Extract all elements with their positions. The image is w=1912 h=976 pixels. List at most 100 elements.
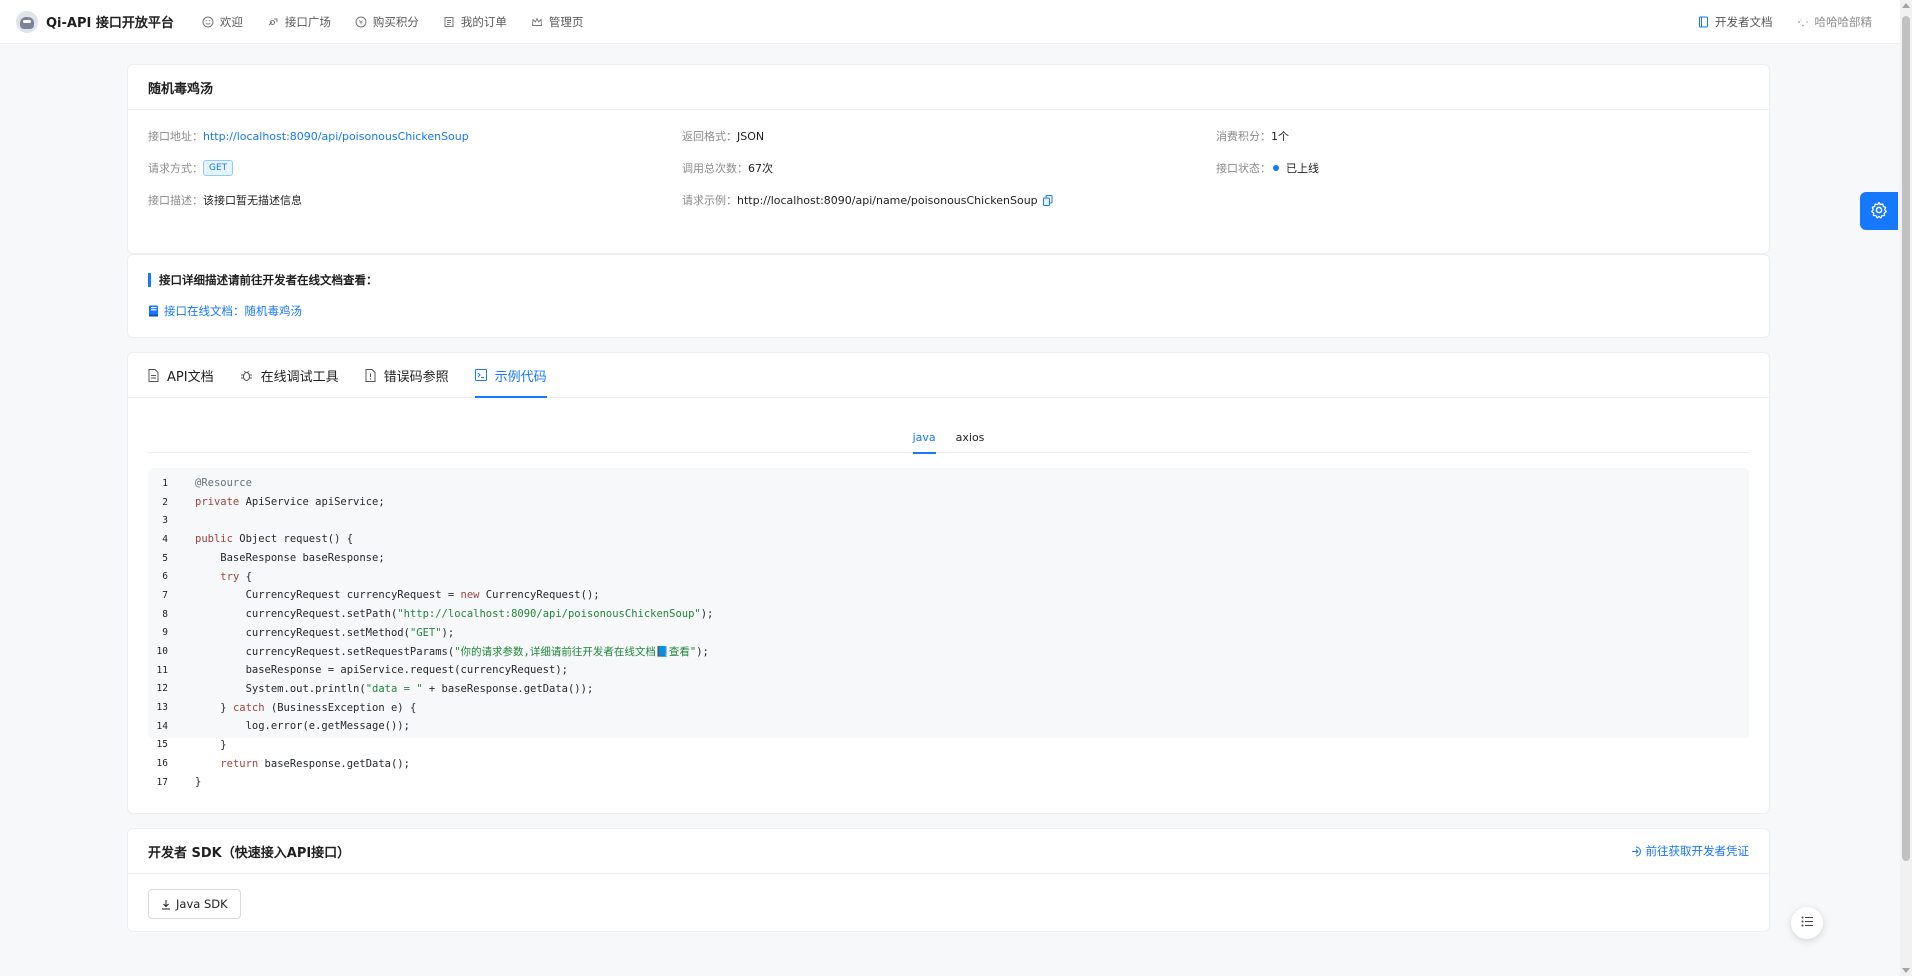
nav-label: 我的订单 — [460, 14, 507, 29]
empty-cell — [1216, 191, 1749, 209]
coin-icon: ¥ — [355, 16, 367, 28]
tab-error-codes[interactable]: 错误码参照 — [365, 353, 449, 397]
line-number: 12 — [156, 683, 168, 695]
raccoon-logo-icon — [16, 10, 38, 33]
scroll-down-icon[interactable] — [1902, 968, 1910, 973]
page-scrollbar[interactable] — [1900, 0, 1912, 976]
line-number: 9 — [162, 627, 168, 639]
list-icon — [1801, 916, 1814, 930]
code-line: 14 log.error(e.getMessage()); — [148, 717, 1749, 736]
main-nav: 欢迎 接口广场 ¥ 购买积分 我的订单 管理页 — [190, 0, 596, 44]
svg-text:¥: ¥ — [359, 18, 363, 26]
code-text: log.error(e.getMessage()); — [195, 720, 410, 733]
brand-title: Qi-API 接口开放平台 — [46, 16, 174, 31]
api-icon — [267, 16, 279, 28]
line-number: 17 — [156, 776, 168, 788]
tab-java[interactable]: java — [912, 421, 936, 454]
api-status: 接口状态： 已上线 — [1216, 159, 1749, 177]
tab-axios[interactable]: axios — [956, 421, 985, 453]
nav-label: 管理页 — [548, 14, 584, 29]
code-text: BaseResponse baseResponse; — [195, 552, 385, 565]
sdk-title: 开发者 SDK（快速接入API接口） — [148, 845, 351, 861]
book-icon — [1697, 16, 1709, 28]
tab-online-debug[interactable]: 在线调试工具 — [240, 353, 339, 397]
nav-item-api-plaza[interactable]: 接口广场 — [255, 0, 343, 44]
user-menu[interactable]: 哈哈哈部精 — [1785, 0, 1885, 44]
login-icon — [1631, 846, 1642, 857]
exclamation-file-icon — [365, 368, 376, 382]
code-line: 1 @Resource — [148, 474, 1749, 493]
api-address-label: 接口地址： — [148, 130, 203, 143]
api-cost: 消费积分： 1个 — [1216, 127, 1749, 145]
settings-button[interactable] — [1860, 192, 1898, 230]
tab-sample-code[interactable]: 示例代码 — [474, 353, 547, 398]
line-number: 16 — [156, 758, 168, 770]
credential-link[interactable]: 前往获取开发者凭证 — [1631, 843, 1750, 859]
tab-label: 示例代码 — [494, 369, 547, 385]
status-label: 接口状态： — [1216, 162, 1271, 175]
code-line: 4 public Object request() { — [148, 530, 1749, 549]
api-return-format: 返回格式： JSON — [682, 127, 1216, 145]
code-text: } — [195, 738, 227, 751]
line-number: 11 — [156, 664, 168, 676]
nav-item-admin[interactable]: 管理页 — [519, 0, 596, 44]
nav-right: 开发者文档 哈哈哈部精 — [1685, 0, 1884, 44]
code-text: baseResponse = apiService.request(curren… — [195, 664, 568, 677]
top-nav: Qi-API 接口开放平台 欢迎 接口广场 ¥ 购买积分 我的订单 管理页 开发… — [0, 0, 1900, 44]
api-info-card: 随机毒鸡汤 接口地址： http://localhost:8090/api/po… — [127, 64, 1770, 254]
nav-dev-docs[interactable]: 开发者文档 — [1685, 0, 1785, 44]
code-text: } catch (BusinessException e) { — [195, 701, 417, 714]
code-line: 10 currencyRequest.setRequestParams("你的请… — [148, 642, 1749, 661]
code-text: currencyRequest.setMethod("GET"); — [195, 626, 455, 639]
download-icon — [161, 899, 171, 910]
language-tabs: java axios — [148, 421, 1749, 454]
line-number: 15 — [156, 739, 168, 751]
code-line: 5 BaseResponse baseResponse; — [148, 549, 1749, 568]
code-text: currencyRequest.setPath("http://localhos… — [195, 608, 714, 621]
tab-api-doc[interactable]: API文档 — [148, 353, 214, 397]
code-text: System.out.println("data = " + baseRespo… — [195, 682, 594, 695]
api-total-calls: 调用总次数： 67次 — [682, 159, 1216, 177]
table-of-contents-button[interactable] — [1791, 907, 1823, 939]
code-text: currencyRequest.setRequestParams("你的请求参数… — [195, 646, 709, 659]
code-icon — [474, 369, 487, 381]
code-line: 11 baseResponse = apiService.request(cur… — [148, 661, 1749, 680]
brand[interactable]: Qi-API 接口开放平台 — [16, 10, 174, 33]
line-number: 6 — [162, 571, 168, 583]
code-line: 3 — [148, 511, 1749, 530]
line-number: 10 — [156, 646, 168, 658]
cost-label: 消费积分： — [1216, 130, 1271, 143]
scrollbar-thumb[interactable] — [1902, 16, 1910, 861]
api-address-link[interactable]: http://localhost:8090/api/poisonousChick… — [203, 130, 469, 143]
nav-item-my-orders[interactable]: 我的订单 — [431, 0, 519, 44]
online-doc-link-label: 接口在线文档：随机毒鸡汤 — [164, 304, 302, 318]
api-address: 接口地址： http://localhost:8090/api/poisonou… — [148, 127, 682, 145]
loading-icon — [1797, 16, 1809, 28]
example-label: 请求示例： — [682, 194, 737, 207]
bug-icon — [240, 369, 253, 382]
method-label: 请求方式： — [148, 162, 203, 175]
api-name: 随机毒鸡汤 — [128, 65, 1769, 110]
method-tag: GET — [203, 160, 234, 176]
code-line: 8 currencyRequest.setPath("http://localh… — [148, 605, 1749, 624]
nav-label: 购买积分 — [372, 14, 419, 29]
total-calls-label: 调用总次数： — [682, 162, 748, 175]
java-sdk-button[interactable]: Java SDK — [148, 889, 241, 919]
api-info-grid: 接口地址： http://localhost:8090/api/poisonou… — [148, 127, 1749, 209]
code-line: 7 CurrencyRequest currencyRequest = new … — [148, 586, 1749, 605]
code-line: 16 return baseResponse.getData(); — [148, 754, 1749, 773]
book-icon — [148, 305, 159, 317]
scroll-up-icon[interactable] — [1902, 3, 1910, 8]
nav-item-buy-points[interactable]: ¥ 购买积分 — [343, 0, 431, 44]
online-doc-link[interactable]: 接口在线文档：随机毒鸡汤 — [148, 303, 302, 319]
api-method: 请求方式： GET — [148, 159, 682, 177]
nav-item-welcome[interactable]: 欢迎 — [190, 0, 255, 44]
credential-link-label: 前往获取开发者凭证 — [1645, 844, 1750, 858]
tab-label: 在线调试工具 — [260, 369, 339, 385]
code-line: 17} — [148, 773, 1749, 792]
line-number: 8 — [162, 608, 168, 620]
sdk-card: 开发者 SDK（快速接入API接口） 前往获取开发者凭证 Java SDK — [127, 828, 1770, 932]
copy-icon[interactable] — [1042, 194, 1053, 206]
tab-label: API文档 — [167, 369, 214, 385]
code-text: public Object request() { — [195, 533, 354, 546]
